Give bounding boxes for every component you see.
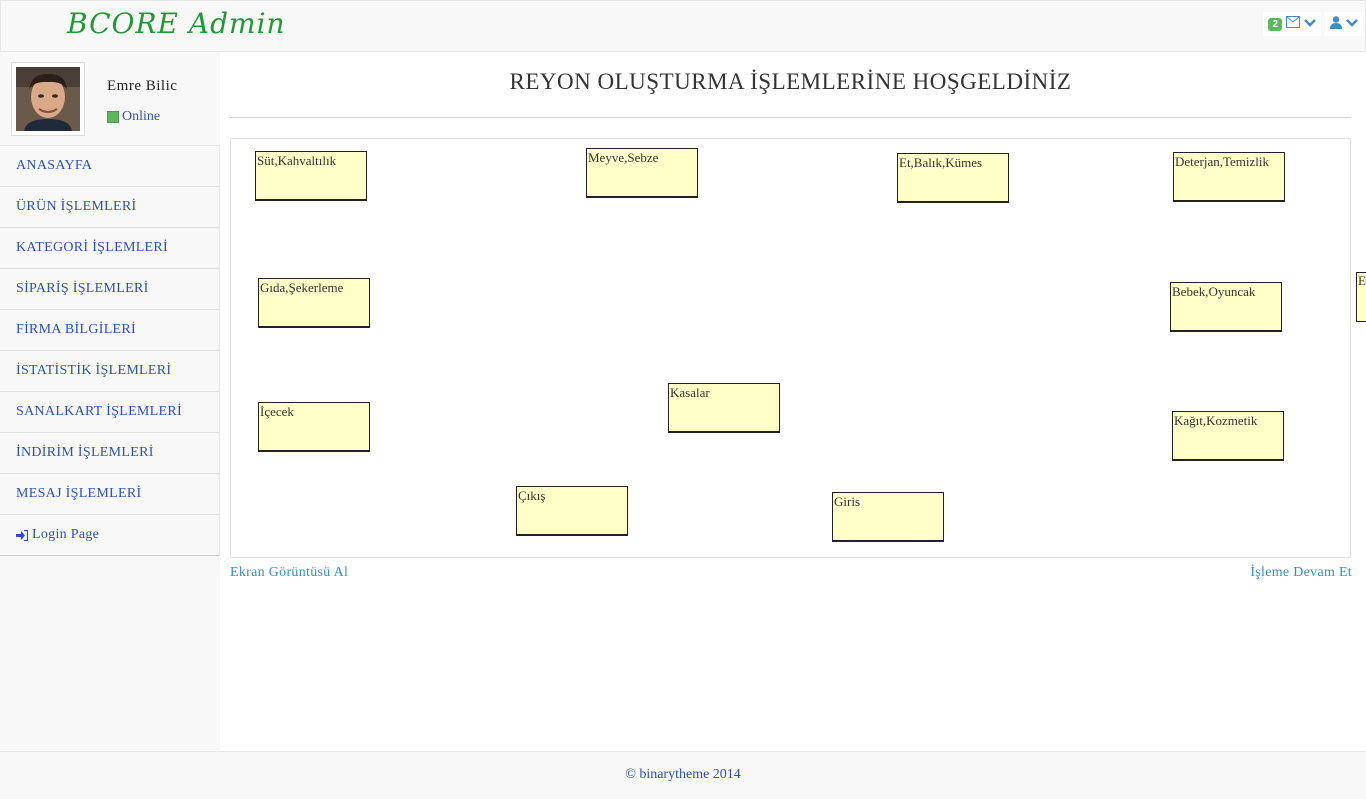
sidebar-item-anasayfa[interactable]: ANASAYFA bbox=[0, 146, 219, 187]
messages-dropdown[interactable]: 2 bbox=[1263, 12, 1321, 36]
sidebar-item-sanalkart-islemleri[interactable]: SANALKART İŞLEMLERİ bbox=[0, 392, 219, 433]
footer-text: © binarytheme 2014 bbox=[625, 767, 741, 782]
sidebar-item-indirim-islemleri[interactable]: İNDİRİM İŞLEMLERİ bbox=[0, 433, 219, 474]
sidebar: Emre Bilic Online ANASAYFA ÜRÜN İŞLEMLER… bbox=[0, 52, 220, 751]
sidebar-item-firma-bilgileri[interactable]: FİRMA BİLGİLERİ bbox=[0, 310, 219, 351]
user-name: Emre Bilic bbox=[107, 78, 178, 94]
sidebar-item-login-page[interactable]: Login Page bbox=[0, 515, 219, 556]
aisle-box-icecek[interactable]: İçecek bbox=[258, 402, 370, 452]
aisle-box-giris[interactable]: Giris bbox=[832, 492, 944, 542]
page-title: REYON OLUŞTURMA İŞLEMLERİNE HOŞGELDİNİZ bbox=[509, 69, 1072, 94]
login-page-label: Login Page bbox=[32, 527, 100, 542]
divider bbox=[230, 117, 1351, 118]
message-count-badge: 2 bbox=[1268, 17, 1282, 31]
chevron-down-icon bbox=[1346, 16, 1358, 32]
aisle-box-et-balik-kumes[interactable]: Et,Balık,Kümes bbox=[897, 153, 1009, 203]
aisle-box-kagit-kozmetik[interactable]: Kağıt,Kozmetik bbox=[1172, 411, 1284, 461]
main-content: REYON OLUŞTURMA İŞLEMLERİNE HOŞGELDİNİZ … bbox=[220, 52, 1366, 751]
screenshot-link[interactable]: Ekran Görüntüsü Al bbox=[230, 565, 348, 581]
user-status-label: Online bbox=[122, 109, 161, 124]
aisle-layout-canvas[interactable]: Süt,Kahvaltılık Meyve,Sebze Et,Balık,Küm… bbox=[230, 138, 1351, 558]
aisle-box-sut-kahvaltilik[interactable]: Süt,Kahvaltılık bbox=[255, 151, 367, 201]
top-icons: 2 bbox=[1263, 12, 1363, 36]
sidebar-item-mesaj-islemleri[interactable]: MESAJ İŞLEMLERİ bbox=[0, 474, 219, 515]
user-status: Online bbox=[107, 109, 160, 125]
aisle-box-kasalar[interactable]: Kasalar bbox=[668, 383, 780, 433]
user-photo-icon bbox=[16, 67, 80, 131]
footer: © binarytheme 2014 bbox=[0, 751, 1366, 799]
aisle-box-deterjan-temizlik[interactable]: Deterjan,Temizlik bbox=[1173, 152, 1285, 202]
user-icon bbox=[1330, 15, 1342, 33]
action-links: Ekran Görüntüsü Al İşleme Devam Et bbox=[230, 565, 1352, 581]
avatar bbox=[11, 62, 85, 136]
top-navbar: BCORE Admin 2 bbox=[0, 0, 1366, 52]
sidebar-item-siparis-islemleri[interactable]: SİPARİŞ İŞLEMLERİ bbox=[0, 269, 219, 310]
user-panel: Emre Bilic Online bbox=[0, 52, 220, 146]
aisle-box-bebek-oyuncak[interactable]: Bebek,Oyuncak bbox=[1170, 282, 1282, 332]
user-dropdown[interactable] bbox=[1325, 12, 1363, 36]
aisle-box-gida-sekerleme[interactable]: Gıda,Şekerleme bbox=[258, 278, 370, 328]
sign-in-icon bbox=[16, 529, 28, 541]
aisle-box-meyve-sebze[interactable]: Meyve,Sebze bbox=[586, 148, 698, 198]
sidebar-item-kategori-islemleri[interactable]: KATEGORİ İŞLEMLERİ bbox=[0, 228, 219, 269]
chevron-down-icon bbox=[1304, 16, 1316, 32]
aisle-box-cikis[interactable]: Çıkış bbox=[516, 486, 628, 536]
sidebar-item-urun-islemleri[interactable]: ÜRÜN İŞLEMLERİ bbox=[0, 187, 219, 228]
online-status-icon bbox=[107, 111, 119, 123]
continue-link[interactable]: İşleme Devam Et bbox=[1250, 565, 1352, 581]
brand-logo[interactable]: BCORE Admin bbox=[67, 7, 286, 40]
envelope-icon bbox=[1286, 16, 1300, 32]
sidebar-menu: ANASAYFA ÜRÜN İŞLEMLERİ KATEGORİ İŞLEMLE… bbox=[0, 146, 220, 556]
sidebar-item-istatistik-islemleri[interactable]: İSTATİSTİK İŞLEMLERİ bbox=[0, 351, 219, 392]
aisle-box-cutoff[interactable]: E bbox=[1356, 272, 1366, 322]
